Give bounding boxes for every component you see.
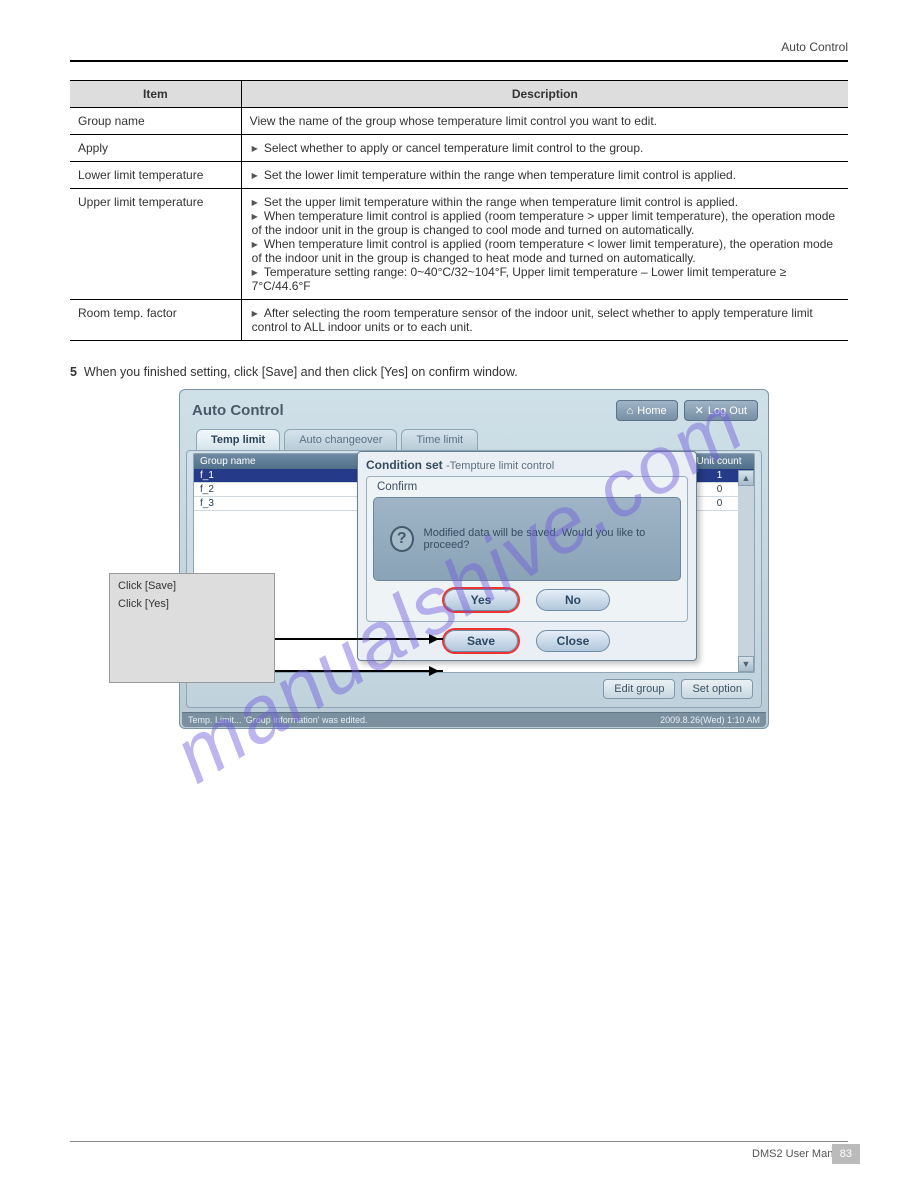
scroll-down-icon[interactable]: ▼ bbox=[738, 656, 754, 672]
spec-desc: Set the lower limit temperature within t… bbox=[241, 162, 848, 189]
page-number-badge: 83 bbox=[832, 1144, 860, 1164]
logout-button[interactable]: ✕ Log Out bbox=[684, 400, 758, 421]
spec-item: Lower limit temperature bbox=[70, 162, 241, 189]
yes-button[interactable]: Yes bbox=[444, 589, 518, 611]
save-button[interactable]: Save bbox=[444, 630, 518, 652]
spec-item: Group name bbox=[70, 108, 241, 135]
scroll-up-icon[interactable]: ▲ bbox=[738, 470, 754, 486]
spec-desc-item: Select whether to apply or cancel temper… bbox=[252, 141, 840, 155]
condition-set-dialog: Condition set -Tempture limit control Co… bbox=[357, 451, 697, 661]
confirm-message: Modified data will be saved. Would you l… bbox=[424, 527, 664, 551]
spec-desc-item: Set the lower limit temperature within t… bbox=[252, 168, 840, 182]
condition-set-title: Condition set -Tempture limit control bbox=[366, 458, 688, 476]
arrow-to-save bbox=[275, 670, 443, 672]
step-number: 5 bbox=[70, 365, 77, 379]
spec-item: Apply bbox=[70, 135, 241, 162]
confirm-title: Confirm bbox=[373, 481, 681, 497]
no-button[interactable]: No bbox=[536, 589, 610, 611]
window-title: Auto Control bbox=[192, 402, 284, 419]
callout-line1: Click [Save] bbox=[118, 580, 266, 592]
home-button[interactable]: ⌂ Home bbox=[616, 400, 678, 421]
spec-desc-item: After selecting the room temperature sen… bbox=[252, 306, 840, 334]
arrow-to-yes bbox=[275, 638, 443, 640]
header-breadcrumb: Auto Control bbox=[70, 40, 848, 54]
close-icon: ✕ bbox=[695, 404, 704, 417]
spec-item: Upper limit temperature bbox=[70, 189, 241, 300]
screenshot: Auto Control ⌂ Home ✕ Log Out Temp limit… bbox=[109, 389, 809, 729]
spec-desc-item: When temperature limit control is applie… bbox=[252, 209, 840, 237]
status-message: Temp. Limit... 'Group information' was e… bbox=[188, 715, 368, 725]
close-button[interactable]: Close bbox=[536, 630, 610, 652]
page-footer: DMS2 User Manual bbox=[70, 1141, 848, 1160]
spec-desc-item: Temperature setting range: 0~40°C/32~104… bbox=[252, 265, 840, 293]
spec-desc-item: When temperature limit control is applie… bbox=[252, 237, 840, 265]
spec-desc: Set the upper limit temperature within t… bbox=[241, 189, 848, 300]
spec-desc: After selecting the room temperature sen… bbox=[241, 300, 848, 341]
header-divider bbox=[70, 60, 848, 62]
callout-line2: Click [Yes] bbox=[118, 598, 266, 610]
confirm-dialog: Confirm ? Modified data will be saved. W… bbox=[366, 476, 688, 622]
tabs: Temp limit Auto changeover Time limit bbox=[186, 429, 762, 450]
spec-desc: View the name of the group whose tempera… bbox=[241, 108, 848, 135]
status-bar: Temp. Limit... 'Group information' was e… bbox=[182, 712, 766, 727]
spec-desc-item: Set the upper limit temperature within t… bbox=[252, 195, 840, 209]
cond-title-label: Condition set bbox=[366, 458, 443, 472]
callout-box: Click [Save] Click [Yes] bbox=[109, 573, 275, 683]
step-5-text: 5 When you finished setting, click [Save… bbox=[70, 365, 848, 379]
spec-col-desc: Description bbox=[241, 81, 848, 108]
status-datetime: 2009.8.26(Wed) 1:10 AM bbox=[660, 715, 760, 725]
step-desc: When you finished setting, click [Save] … bbox=[84, 365, 518, 379]
spec-col-item: Item bbox=[70, 81, 241, 108]
grid-scrollbar[interactable]: ▲ ▼ bbox=[738, 470, 754, 672]
titlebar: Auto Control ⌂ Home ✕ Log Out bbox=[186, 396, 762, 429]
cond-subtitle: -Tempture limit control bbox=[446, 460, 554, 472]
question-icon: ? bbox=[390, 526, 414, 552]
tab-time-limit[interactable]: Time limit bbox=[401, 429, 478, 450]
set-option-button[interactable]: Set option bbox=[681, 679, 753, 699]
confirm-body: ? Modified data will be saved. Would you… bbox=[373, 497, 681, 581]
logout-label: Log Out bbox=[708, 405, 747, 417]
home-label: Home bbox=[637, 405, 666, 417]
tab-auto-changeover[interactable]: Auto changeover bbox=[284, 429, 397, 450]
home-icon: ⌂ bbox=[627, 405, 634, 417]
tab-temp-limit[interactable]: Temp limit bbox=[196, 429, 280, 450]
spec-desc: Select whether to apply or cancel temper… bbox=[241, 135, 848, 162]
spec-table: Item Description Group nameView the name… bbox=[70, 80, 848, 341]
edit-group-button[interactable]: Edit group bbox=[603, 679, 675, 699]
spec-item: Room temp. factor bbox=[70, 300, 241, 341]
